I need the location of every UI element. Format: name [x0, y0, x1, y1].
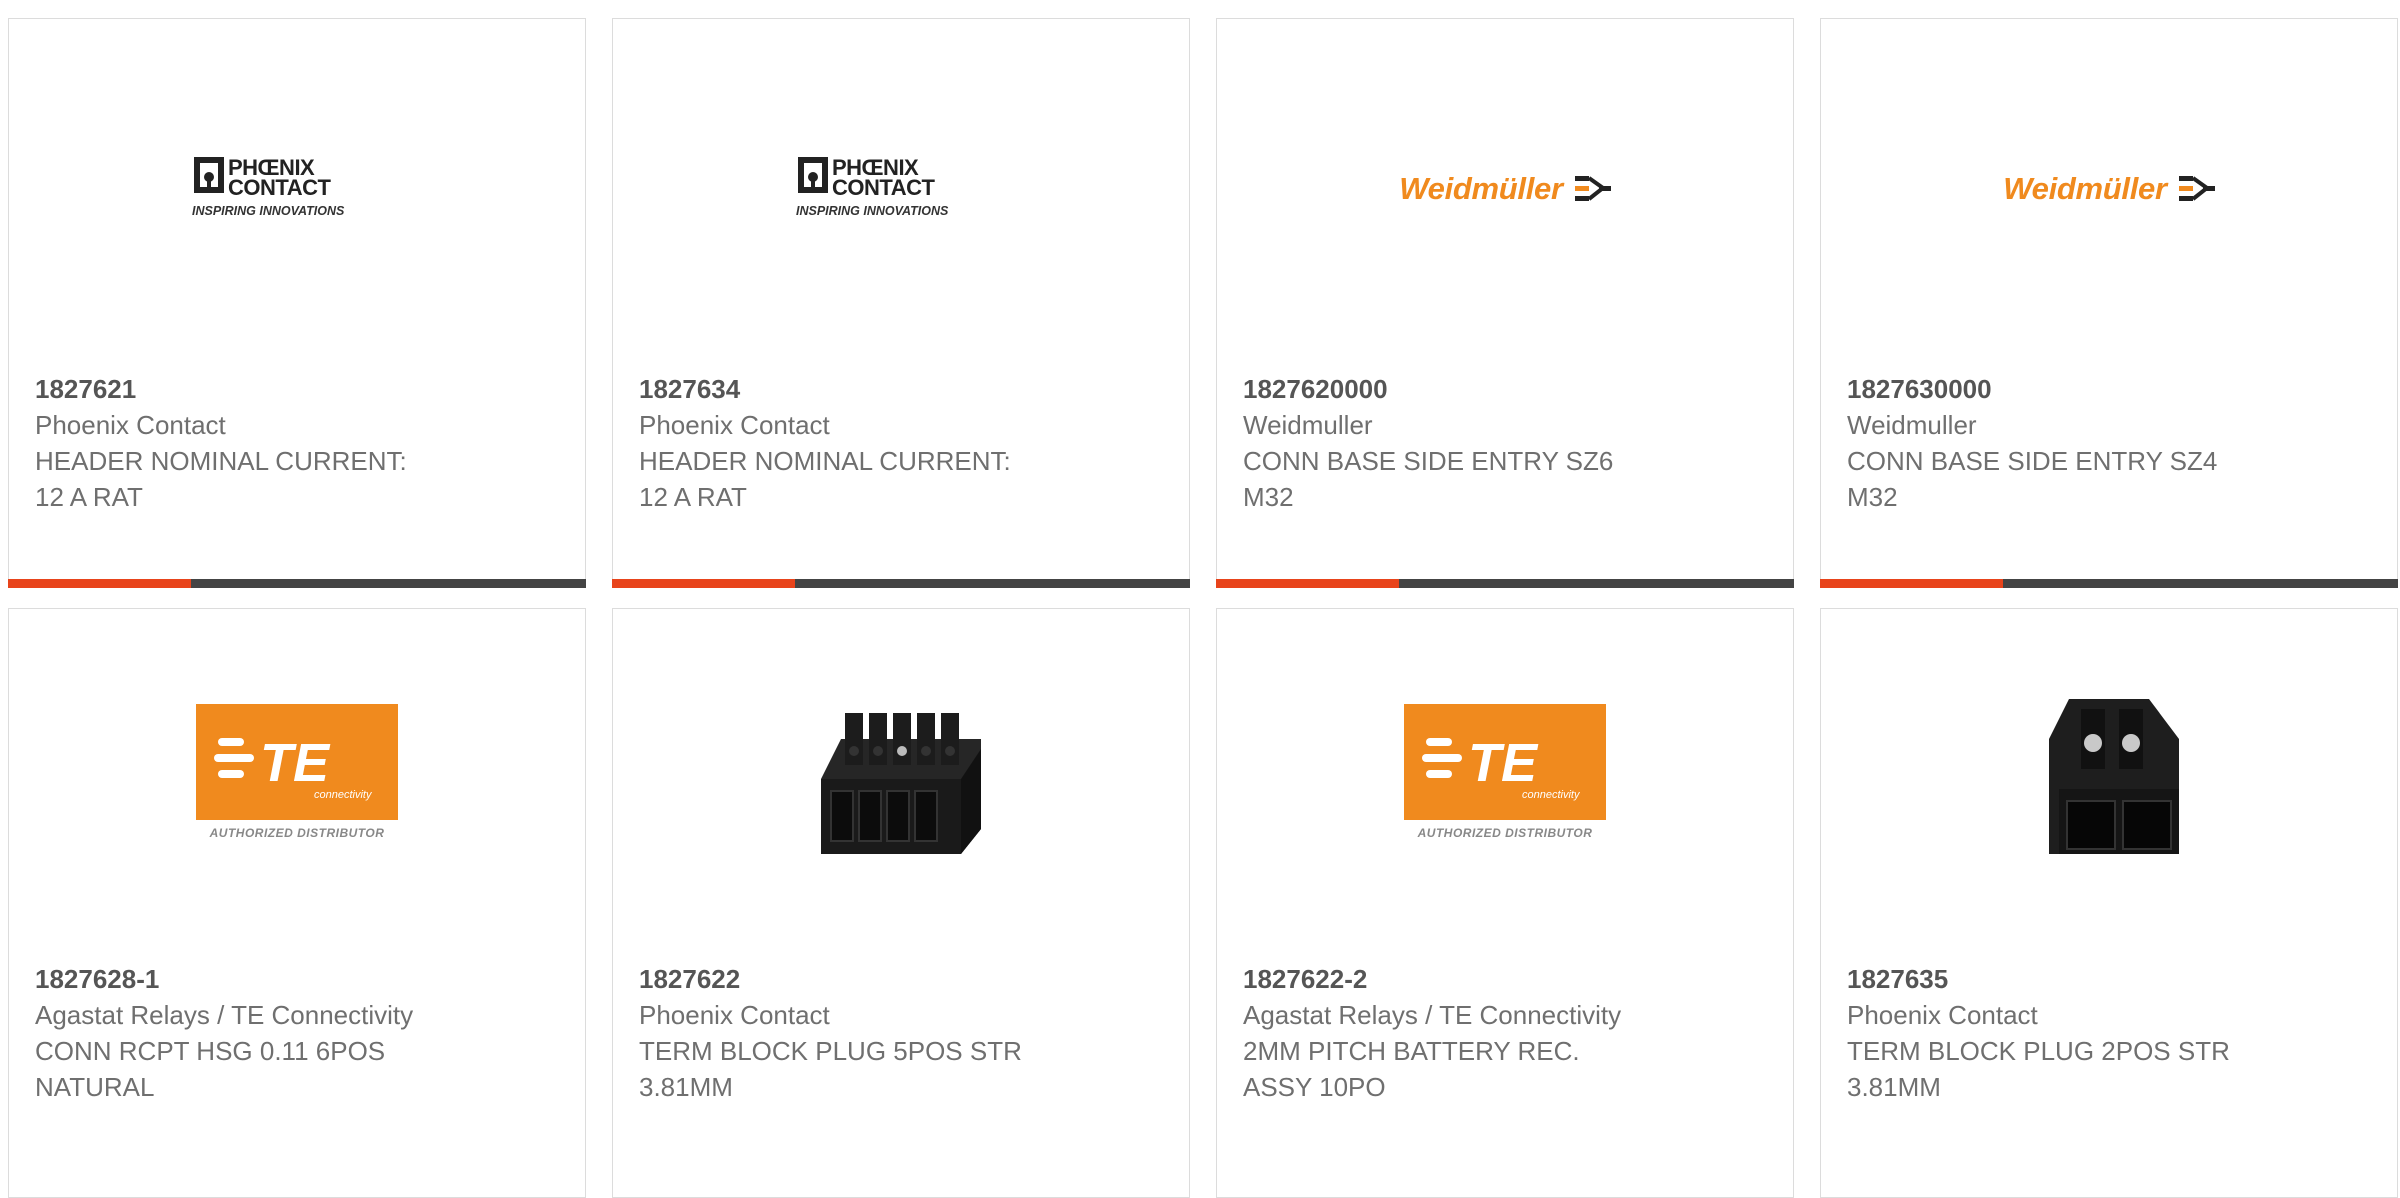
product-grid: PHŒNIX CONTACT INSPIRING INNOVATIONS 182…: [0, 0, 2400, 1198]
te-tagline: AUTHORIZED DISTRIBUTOR: [1417, 826, 1593, 840]
product-description: TERM BLOCK PLUG 2POS STR 3.81MM: [1847, 1036, 2230, 1102]
te-connectivity-logo: TE connectivity AUTHORIZED DISTRIBUTOR: [195, 704, 399, 854]
product-thumbnail[interactable]: PHŒNIX CONTACT INSPIRING INNOVATIONS: [613, 19, 1189, 359]
product-thumbnail[interactable]: PHŒNIX CONTACT INSPIRING INNOVATIONS: [9, 19, 585, 359]
product-card[interactable]: 1827622 Phoenix Contact TERM BLOCK PLUG …: [612, 608, 1190, 1198]
card-accent-highlight: [8, 579, 191, 588]
product-card[interactable]: PHŒNIX CONTACT INSPIRING INNOVATIONS 182…: [8, 18, 586, 588]
product-info: 1827634 Phoenix Contact HEADER NOMINAL C…: [639, 371, 1169, 515]
card-accent-highlight: [1216, 579, 1399, 588]
product-card[interactable]: Weidmüller 1827620000 Weidmuller CONN BA…: [1216, 18, 1794, 588]
product-description: HEADER NOMINAL CURRENT: 12 A RAT: [35, 446, 407, 512]
svg-text:TE: TE: [260, 733, 331, 793]
product-sku[interactable]: 1827621: [35, 371, 565, 407]
product-description: CONN BASE SIDE ENTRY SZ6 M32: [1243, 446, 1614, 512]
product-manufacturer: Weidmuller: [1847, 410, 1977, 440]
product-card[interactable]: TE connectivity AUTHORIZED DISTRIBUTOR 1…: [8, 608, 586, 1198]
product-thumbnail[interactable]: Weidmüller: [1821, 19, 2397, 359]
product-card[interactable]: TE connectivity AUTHORIZED DISTRIBUTOR 1…: [1216, 608, 1794, 1198]
svg-text:CONTACT: CONTACT: [832, 175, 935, 200]
product-info: 1827621 Phoenix Contact HEADER NOMINAL C…: [35, 371, 565, 515]
product-thumbnail[interactable]: TE connectivity AUTHORIZED DISTRIBUTOR: [1217, 609, 1793, 949]
card-accent-highlight: [612, 579, 795, 588]
product-info: 1827620000 Weidmuller CONN BASE SIDE ENT…: [1243, 371, 1773, 515]
product-info: 1827635 Phoenix Contact TERM BLOCK PLUG …: [1847, 961, 2377, 1105]
product-info: 1827622 Phoenix Contact TERM BLOCK PLUG …: [639, 961, 1169, 1105]
product-thumbnail[interactable]: Weidmüller: [1217, 19, 1793, 359]
product-info: 1827628-1 Agastat Relays / TE Connectivi…: [35, 961, 565, 1105]
product-manufacturer: Agastat Relays / TE Connectivity: [35, 1000, 414, 1030]
product-card[interactable]: 1827635 Phoenix Contact TERM BLOCK PLUG …: [1820, 608, 2398, 1198]
card-accent-bar: [8, 579, 586, 588]
svg-text:CONTACT: CONTACT: [228, 175, 331, 200]
product-sku[interactable]: 1827635: [1847, 961, 2377, 997]
phoenix-contact-logo: PHŒNIX CONTACT INSPIRING INNOVATIONS: [192, 155, 345, 218]
card-accent-bar: [1216, 579, 1794, 588]
product-thumbnail[interactable]: TE connectivity AUTHORIZED DISTRIBUTOR: [9, 609, 585, 949]
svg-text:connectivity: connectivity: [1522, 789, 1581, 801]
svg-text:INSPIRING INNOVATIONS: INSPIRING INNOVATIONS: [192, 204, 345, 218]
product-description: TERM BLOCK PLUG 5POS STR 3.81MM: [639, 1036, 1022, 1102]
weidmuller-logo: Weidmüller: [2003, 171, 2215, 207]
product-card[interactable]: PHŒNIX CONTACT INSPIRING INNOVATIONS 182…: [612, 18, 1190, 588]
product-manufacturer: Phoenix Contact: [1847, 1000, 2038, 1030]
weidmuller-logo: Weidmüller: [1399, 171, 1611, 207]
terminal-block-5pos-photo: [801, 679, 1001, 879]
product-description: CONN BASE SIDE ENTRY SZ4 M32: [1847, 446, 2218, 512]
weidmuller-mark-icon: [2178, 176, 2215, 201]
product-card[interactable]: Weidmüller 1827630000 Weidmuller CONN BA…: [1820, 18, 2398, 588]
product-sku[interactable]: 1827630000: [1847, 371, 2377, 407]
card-accent-bar: [612, 579, 1190, 588]
card-accent-highlight: [1820, 579, 2003, 588]
product-info: 1827622-2 Agastat Relays / TE Connectivi…: [1243, 961, 1773, 1105]
product-thumbnail[interactable]: [1821, 609, 2397, 949]
svg-text:INSPIRING INNOVATIONS: INSPIRING INNOVATIONS: [796, 204, 949, 218]
te-logo-box: TE connectivity: [196, 704, 398, 820]
phoenix-contact-logo: PHŒNIX CONTACT INSPIRING INNOVATIONS: [796, 155, 949, 218]
product-manufacturer: Phoenix Contact: [639, 1000, 830, 1030]
product-description: HEADER NOMINAL CURRENT: 12 A RAT: [639, 446, 1011, 512]
terminal-block-2pos-photo: [2009, 679, 2209, 879]
weidmuller-mark-icon: [1574, 176, 1611, 201]
product-manufacturer: Phoenix Contact: [35, 410, 226, 440]
svg-text:connectivity: connectivity: [314, 789, 373, 801]
product-manufacturer: Phoenix Contact: [639, 410, 830, 440]
product-description: CONN RCPT HSG 0.11 6POS NATURAL: [35, 1036, 386, 1102]
svg-text:TE: TE: [1468, 733, 1539, 793]
product-manufacturer: Agastat Relays / TE Connectivity: [1243, 1000, 1622, 1030]
product-sku[interactable]: 1827628-1: [35, 961, 565, 997]
product-description: 2MM PITCH BATTERY REC. ASSY 10PO: [1243, 1036, 1580, 1102]
product-sku[interactable]: 1827622-2: [1243, 961, 1773, 997]
card-accent-bar: [1820, 579, 2398, 588]
product-sku[interactable]: 1827622: [639, 961, 1169, 997]
te-logo-box: TE connectivity: [1404, 704, 1606, 820]
product-thumbnail[interactable]: [613, 609, 1189, 949]
te-tagline: AUTHORIZED DISTRIBUTOR: [209, 826, 385, 840]
product-info: 1827630000 Weidmuller CONN BASE SIDE ENT…: [1847, 371, 2377, 515]
product-sku[interactable]: 1827620000: [1243, 371, 1773, 407]
product-sku[interactable]: 1827634: [639, 371, 1169, 407]
product-manufacturer: Weidmuller: [1243, 410, 1373, 440]
te-connectivity-logo: TE connectivity AUTHORIZED DISTRIBUTOR: [1403, 704, 1607, 854]
